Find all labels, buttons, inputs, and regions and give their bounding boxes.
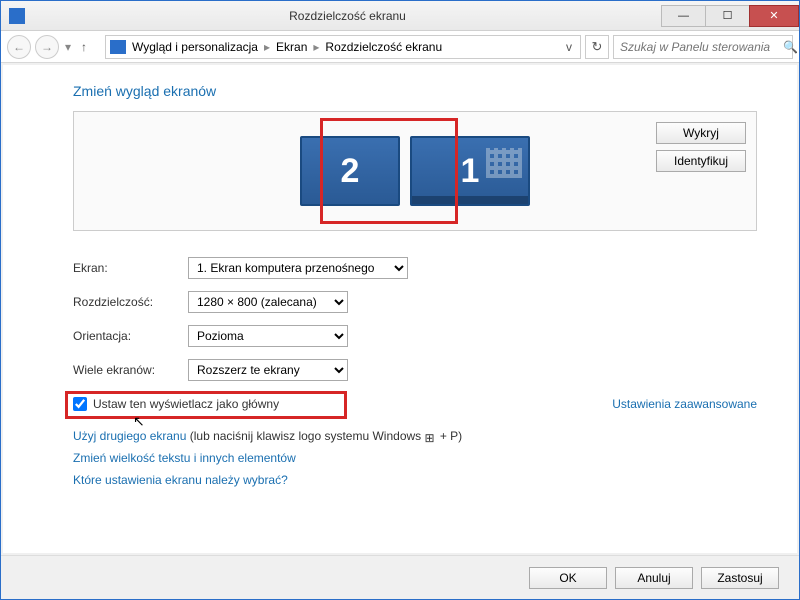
ok-button[interactable]: OK xyxy=(529,567,607,589)
monitor-1-label: 1 xyxy=(461,152,480,191)
breadcrumb-leaf[interactable]: Rozdzielczość ekranu xyxy=(325,40,442,54)
second-screen-text-a: (lub naciśnij klawisz logo systemu Windo… xyxy=(186,429,424,443)
control-panel-icon xyxy=(110,40,126,54)
help-links: Użyj drugiego ekranu (lub naciśnij klawi… xyxy=(73,429,757,487)
control-panel-window: Rozdzielczość ekranu — ☐ ✕ ← → ▾ ↑ Wyglą… xyxy=(0,0,800,600)
history-dropdown-icon[interactable]: ▾ xyxy=(65,40,71,54)
minimize-button[interactable]: — xyxy=(661,5,706,27)
label-multiple: Wiele ekranów: xyxy=(73,363,188,377)
primary-display-checkbox[interactable] xyxy=(73,397,87,411)
which-settings-link[interactable]: Które ustawienia ekranu należy wybrać? xyxy=(73,473,757,487)
forward-button[interactable]: → xyxy=(35,35,59,59)
address-bar[interactable]: Wygląd i personalizacja ▸ Ekran ▸ Rozdzi… xyxy=(105,35,581,59)
address-dropdown-icon[interactable]: v xyxy=(562,40,576,54)
label-resolution: Rozdzielczość: xyxy=(73,295,188,309)
content-area: Zmień wygląd ekranów 2 1 Wykryj Identyfi… xyxy=(3,65,797,553)
settings-form: Ekran: 1. Ekran komputera przenośnego Ro… xyxy=(73,257,757,381)
label-orientation: Orientacja: xyxy=(73,329,188,343)
detect-button[interactable]: Wykryj xyxy=(656,122,746,144)
second-screen-text-b: + P) xyxy=(437,429,463,443)
cancel-button[interactable]: Anuluj xyxy=(615,567,693,589)
select-display[interactable]: 1. Ekran komputera przenośnego xyxy=(188,257,408,279)
maximize-button[interactable]: ☐ xyxy=(705,5,750,27)
text-size-link[interactable]: Zmień wielkość tekstu i innych elementów xyxy=(73,451,757,465)
navbar: ← → ▾ ↑ Wygląd i personalizacja ▸ Ekran … xyxy=(1,31,799,63)
select-resolution[interactable]: 1280 × 800 (zalecana) xyxy=(188,291,348,313)
apply-button[interactable]: Zastosuj xyxy=(701,567,779,589)
windows-logo-icon xyxy=(425,431,437,443)
monitor-1[interactable]: 1 xyxy=(410,136,530,206)
up-button[interactable]: ↑ xyxy=(81,40,97,54)
cursor-icon: ↖ xyxy=(133,413,145,430)
breadcrumb-root[interactable]: Wygląd i personalizacja xyxy=(132,40,258,54)
refresh-button[interactable]: ↻ xyxy=(585,35,609,59)
app-icon xyxy=(9,8,25,24)
titlebar: Rozdzielczość ekranu — ☐ ✕ xyxy=(1,1,799,31)
search-icon[interactable]: 🔍 xyxy=(783,40,798,54)
search-input[interactable] xyxy=(620,40,777,54)
primary-display-row: Ustaw ten wyświetlacz jako główny ↖ Usta… xyxy=(73,397,757,411)
breadcrumb-mid[interactable]: Ekran xyxy=(276,40,307,54)
display-arrangement-box[interactable]: 2 1 Wykryj Identyfikuj xyxy=(73,111,757,231)
monitor-2[interactable]: 2 xyxy=(300,136,400,206)
advanced-settings-link[interactable]: Ustawienia zaawansowane xyxy=(612,397,757,411)
chevron-right-icon: ▸ xyxy=(313,40,319,54)
select-orientation[interactable]: Pozioma xyxy=(188,325,348,347)
second-screen-line: Użyj drugiego ekranu (lub naciśnij klawi… xyxy=(73,429,757,443)
window-title: Rozdzielczość ekranu xyxy=(33,9,662,23)
identify-button[interactable]: Identyfikuj xyxy=(656,150,746,172)
use-second-screen-link[interactable]: Użyj drugiego ekranu xyxy=(73,429,186,443)
dialog-footer: OK Anuluj Zastosuj xyxy=(1,555,799,599)
select-multiple[interactable]: Rozszerz te ekrany xyxy=(188,359,348,381)
page-heading: Zmień wygląd ekranów xyxy=(73,83,757,99)
chevron-right-icon: ▸ xyxy=(264,40,270,54)
monitor-1-taskbar xyxy=(412,196,528,204)
monitor-2-label: 2 xyxy=(341,152,360,191)
back-button[interactable]: ← xyxy=(7,35,31,59)
label-display: Ekran: xyxy=(73,261,188,275)
primary-display-label: Ustaw ten wyświetlacz jako główny xyxy=(93,397,279,411)
close-button[interactable]: ✕ xyxy=(749,5,799,27)
search-box[interactable]: 🔍 xyxy=(613,35,793,59)
